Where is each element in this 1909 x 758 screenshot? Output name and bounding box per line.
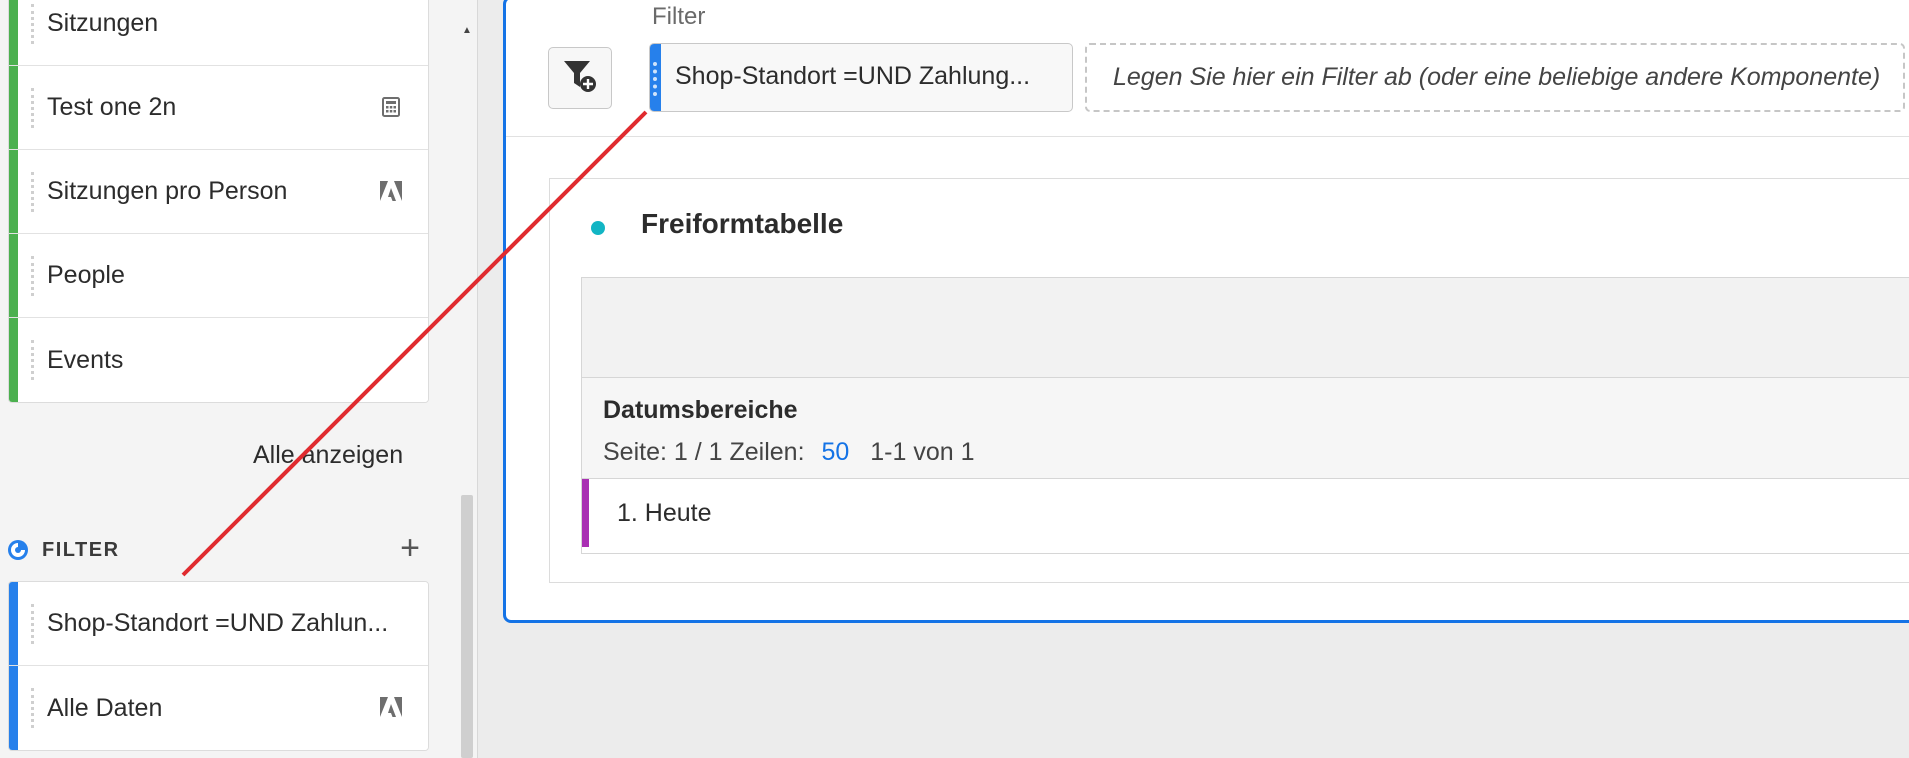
filter-add-icon: [562, 59, 598, 98]
drag-handle-icon[interactable]: [31, 256, 35, 296]
filter-item-shop-standort[interactable]: Shop-Standort =UND Zahlun...: [9, 582, 428, 666]
filter-caption: Filter: [652, 3, 706, 30]
adobe-logo-icon: [380, 697, 402, 719]
filter-segment-icon: [6, 538, 30, 562]
filter-color-bar: [9, 666, 18, 750]
metric-color-bar: [9, 234, 18, 317]
filter-item-alle-daten[interactable]: Alle Daten: [9, 666, 428, 750]
table-pager: Seite: 1 / 1 Zeilen: 50 1-1 von 1: [603, 438, 975, 467]
dimension-name[interactable]: Datumsbereiche: [603, 396, 798, 425]
rows-per-page-selector[interactable]: 50: [821, 438, 849, 466]
applied-filter-label: Shop-Standort =UND Zahlung...: [675, 62, 1031, 90]
table-metric-header[interactable]: [582, 278, 1909, 378]
visualization-title[interactable]: Freiformtabelle: [641, 208, 843, 240]
drag-handle-icon[interactable]: [31, 172, 35, 212]
drag-handle-icon[interactable]: [31, 340, 35, 380]
calculator-icon: [380, 96, 402, 119]
components-rail: Sitzungen Test one 2n Sitzungen pro Pers…: [0, 0, 478, 758]
show-all-link[interactable]: Alle anzeigen: [253, 441, 403, 470]
metric-color-bar: [9, 150, 18, 233]
chip-drag-handle-icon[interactable]: [653, 62, 658, 96]
pager-range: 1-1 von 1: [870, 438, 975, 466]
freeform-panel: Filter Shop-Standort =UND Zahlung... Leg…: [503, 0, 1909, 623]
filters-list: Shop-Standort =UND Zahlun... Alle Daten: [8, 581, 429, 751]
filter-section-header: FILTER +: [6, 531, 426, 565]
metric-label: Sitzungen pro Person: [47, 177, 288, 205]
adobe-logo-icon: [380, 180, 402, 203]
metric-color-bar: [9, 318, 18, 402]
row-color-bar: [582, 479, 589, 547]
table-row[interactable]: 1. Heute: [582, 479, 1909, 547]
metric-label: Sitzungen: [47, 9, 159, 37]
pager-rows-label: Zeilen:: [729, 438, 805, 466]
drag-handle-icon[interactable]: [31, 688, 35, 728]
filter-label: Alle Daten: [47, 693, 163, 722]
drag-handle-icon[interactable]: [31, 88, 35, 128]
table-dimension-header: Datumsbereiche Seite: 1 / 1 Zeilen: 50 1…: [582, 378, 1909, 479]
metric-item-people[interactable]: People: [9, 234, 428, 318]
panel-filter-dropzone-row: Filter Shop-Standort =UND Zahlung... Leg…: [506, 0, 1909, 137]
filter-label: Shop-Standort =UND Zahlun...: [47, 609, 389, 637]
metric-item-test-one-2n[interactable]: Test one 2n: [9, 66, 428, 150]
metric-item-sitzungen-pro-person[interactable]: Sitzungen pro Person: [9, 150, 428, 234]
filter-section-title: FILTER: [42, 539, 120, 561]
drag-handle-icon[interactable]: [31, 604, 35, 644]
add-panel-filter-button[interactable]: [548, 47, 612, 109]
metrics-list: Sitzungen Test one 2n Sitzungen pro Pers…: [8, 0, 429, 403]
filter-drop-target[interactable]: Legen Sie hier ein Filter ab (oder eine …: [1085, 43, 1905, 112]
applied-filter-chip[interactable]: Shop-Standort =UND Zahlung...: [649, 43, 1073, 112]
metric-color-bar: [9, 0, 18, 65]
sidebar-scrollbar-thumb[interactable]: [461, 495, 473, 758]
pager-page: Seite: 1 / 1: [603, 438, 723, 466]
metric-label: People: [47, 261, 125, 289]
scroll-up-arrow-icon[interactable]: ▲: [460, 24, 474, 38]
add-filter-icon[interactable]: +: [400, 531, 420, 565]
metric-color-bar: [9, 66, 18, 149]
drag-handle-icon[interactable]: [31, 4, 35, 44]
metric-item-events[interactable]: Events: [9, 318, 428, 402]
metric-item-sitzungen[interactable]: Sitzungen: [9, 0, 428, 66]
freeform-table: Datumsbereiche Seite: 1 / 1 Zeilen: 50 1…: [581, 277, 1909, 554]
metric-label: Events: [47, 345, 124, 374]
drop-target-placeholder: Legen Sie hier ein Filter ab (oder eine …: [1113, 63, 1881, 91]
metric-label: Test one 2n: [47, 93, 177, 121]
filter-color-bar: [9, 582, 18, 665]
row-label: 1. Heute: [617, 499, 712, 527]
freeform-table-visualization: Freiformtabelle Datumsbereiche Seite: 1 …: [549, 178, 1909, 583]
visualization-status-dot: [591, 221, 605, 235]
